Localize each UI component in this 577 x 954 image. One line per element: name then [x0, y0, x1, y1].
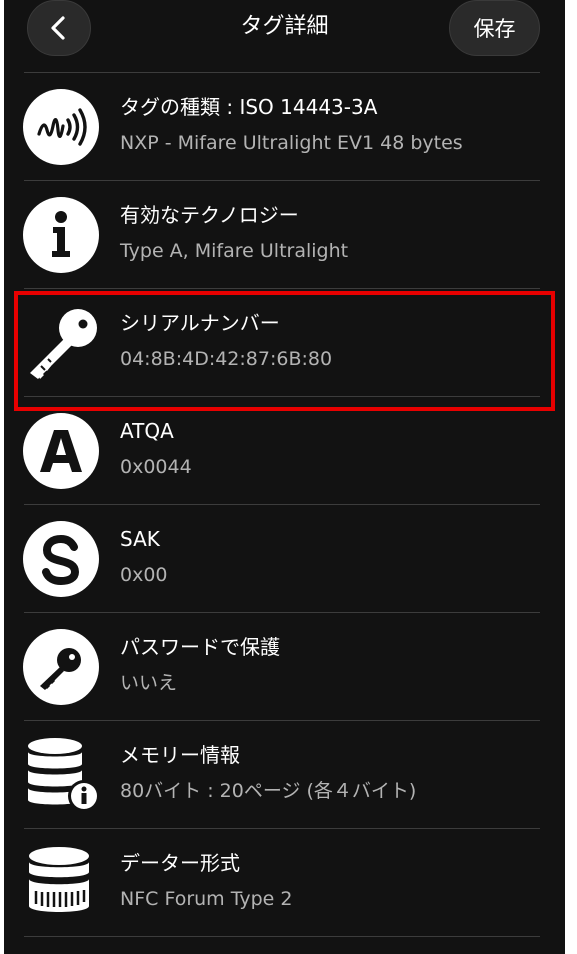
row-title: データー形式	[120, 851, 240, 875]
letter-a-icon	[22, 412, 100, 490]
list-item-serial-number[interactable]: シリアルナンバー 04:8B:4D:42:87:6B:80	[4, 288, 565, 396]
row-title: ATQA	[120, 419, 174, 443]
row-title: 有効なテクノロジー	[120, 203, 299, 227]
row-subtitle: NFC Forum Type 2	[120, 888, 293, 910]
info-icon	[22, 196, 100, 274]
list-item-technologies[interactable]: 有効なテクノロジー Type A, Mifare Ultralight	[4, 180, 565, 288]
memory-info-icon	[22, 736, 100, 814]
save-button[interactable]: 保存	[449, 0, 540, 56]
row-subtitle: NXP - Mifare Ultralight EV1 48 bytes	[120, 132, 463, 154]
row-title: メモリー情報	[120, 743, 240, 767]
row-title: タグの種類 : ISO 14443-3A	[120, 95, 378, 119]
password-key-icon	[22, 628, 100, 706]
row-subtitle: 0x0044	[120, 456, 192, 478]
app-screen: タグ詳細 保存 タグの種類 : ISO 14443-3A NXP - Mifar…	[4, 0, 565, 954]
row-subtitle: いいえ	[120, 672, 178, 694]
list-item-tag-type[interactable]: タグの種類 : ISO 14443-3A NXP - Mifare Ultral…	[4, 72, 565, 180]
row-title: SAK	[120, 527, 160, 551]
list-item-sak[interactable]: SAK 0x00	[4, 504, 565, 612]
header: タグ詳細 保存	[4, 0, 565, 72]
row-title: シリアルナンバー	[120, 311, 280, 335]
row-subtitle: 0x00	[120, 564, 168, 586]
letter-s-icon	[22, 520, 100, 598]
list-item-password-protection[interactable]: パスワードで保護 いいえ	[4, 612, 565, 720]
list-item-data-format[interactable]: データー形式 NFC Forum Type 2	[4, 828, 565, 936]
key-icon	[22, 304, 100, 382]
divider	[24, 936, 540, 937]
list-item-atqa[interactable]: ATQA 0x0044	[4, 396, 565, 504]
row-subtitle: 04:8B:4D:42:87:6B:80	[120, 348, 333, 370]
list-item-memory-info[interactable]: メモリー情報 80バイト : 20ページ (各４バイト)	[4, 720, 565, 828]
nfc-signal-icon	[22, 88, 100, 166]
data-format-icon	[22, 844, 100, 922]
row-subtitle: 80バイト : 20ページ (各４バイト)	[120, 780, 417, 802]
row-title: パスワードで保護	[120, 635, 280, 659]
row-subtitle: Type A, Mifare Ultralight	[120, 240, 349, 262]
